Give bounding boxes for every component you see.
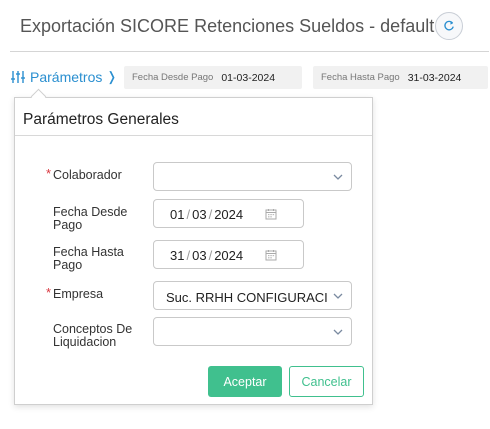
empresa-value: Suc. RRHH CONFIGURACION [166, 290, 328, 305]
refresh-icon [444, 20, 454, 31]
colaborador-label: Colaborador [53, 168, 122, 182]
sliders-icon [11, 71, 25, 83]
day: 31 [170, 248, 185, 263]
empresa-label: Empresa [53, 287, 104, 301]
separator: / [186, 248, 191, 263]
chip-value: 31-03-2024 [407, 71, 462, 84]
page-title: Exportación SICORE Retenciones Sueldos -… [20, 16, 435, 36]
page-header: Exportación SICORE Retenciones Sueldos -… [20, 12, 465, 42]
month: 03 [192, 207, 207, 222]
date-value: 01/03/2024 [170, 207, 243, 222]
separator: / [208, 248, 213, 263]
separator: / [186, 207, 191, 222]
chevron-down-icon [333, 329, 343, 335]
year: 2024 [214, 207, 244, 222]
fecha-desde-label: Fecha Desde Pago [53, 206, 127, 232]
parameters-label: Parámetros [30, 69, 103, 85]
conceptos-label: Conceptos De Liquidacion [53, 323, 132, 349]
chevron-down-icon [333, 293, 343, 299]
day: 01 [170, 207, 185, 222]
fecha-desde-input[interactable]: 01/03/2024 [153, 199, 304, 228]
colaborador-select[interactable] [153, 162, 352, 191]
required-marker: * [46, 285, 52, 300]
required-marker: * [46, 166, 52, 181]
accept-button[interactable]: Aceptar [208, 366, 282, 397]
parameters-toggle[interactable]: Parámetros ❭ [11, 68, 117, 86]
popover-title: Parámetros Generales [23, 111, 179, 128]
calendar-icon[interactable] [265, 249, 277, 261]
refresh-button[interactable] [435, 12, 463, 40]
chevron-down-icon [333, 174, 343, 180]
popover-header: Parámetros Generales [15, 98, 372, 136]
conceptos-select[interactable] [153, 317, 352, 346]
date-value: 31/03/2024 [170, 248, 243, 263]
chevron-right-icon: ❭ [106, 69, 118, 84]
fecha-hasta-label-line2: Pago [53, 258, 83, 272]
chip-label: Fecha Hasta Pago [321, 72, 400, 83]
filter-chip-fecha-hasta[interactable]: Fecha Hasta Pago 31-03-2024 [313, 66, 488, 89]
filter-chip-fecha-desde[interactable]: Fecha Desde Pago 01-03-2024 [124, 66, 302, 89]
fecha-desde-label-line2: Pago [53, 218, 83, 232]
empresa-select[interactable]: Suc. RRHH CONFIGURACION [153, 281, 352, 310]
chip-label: Fecha Desde Pago [132, 72, 214, 83]
month: 03 [192, 248, 207, 263]
fecha-hasta-input[interactable]: 31/03/2024 [153, 240, 304, 269]
year: 2024 [214, 248, 244, 263]
conceptos-label-line2: Liquidacion [53, 335, 117, 349]
separator: / [208, 207, 213, 222]
fecha-hasta-label: Fecha Hasta Pago [53, 246, 124, 272]
calendar-icon[interactable] [265, 208, 277, 220]
chip-value: 01-03-2024 [221, 71, 276, 84]
header-divider [10, 51, 489, 52]
parameters-popover: Parámetros Generales * Colaborador Fecha… [14, 97, 373, 405]
cancel-button[interactable]: Cancelar [289, 366, 364, 397]
